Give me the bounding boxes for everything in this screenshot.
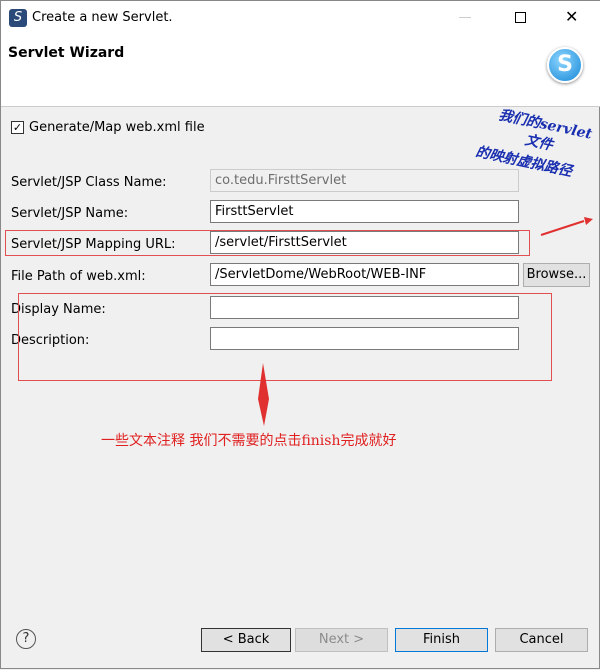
back-button[interactable]: < Back — [201, 628, 291, 652]
finish-button[interactable]: Finish — [395, 628, 488, 652]
help-icon[interactable]: ? — [16, 629, 36, 649]
annotation-arrows — [258, 217, 593, 426]
arrow-right-icon — [540, 220, 585, 236]
cancel-button[interactable]: Cancel — [495, 628, 588, 652]
arrow-down-icon — [258, 363, 269, 426]
annotation-bottom: 一些文本注释 我们不需要的点击finish完成就好 — [101, 433, 397, 449]
next-button[interactable]: Next > — [295, 628, 388, 652]
